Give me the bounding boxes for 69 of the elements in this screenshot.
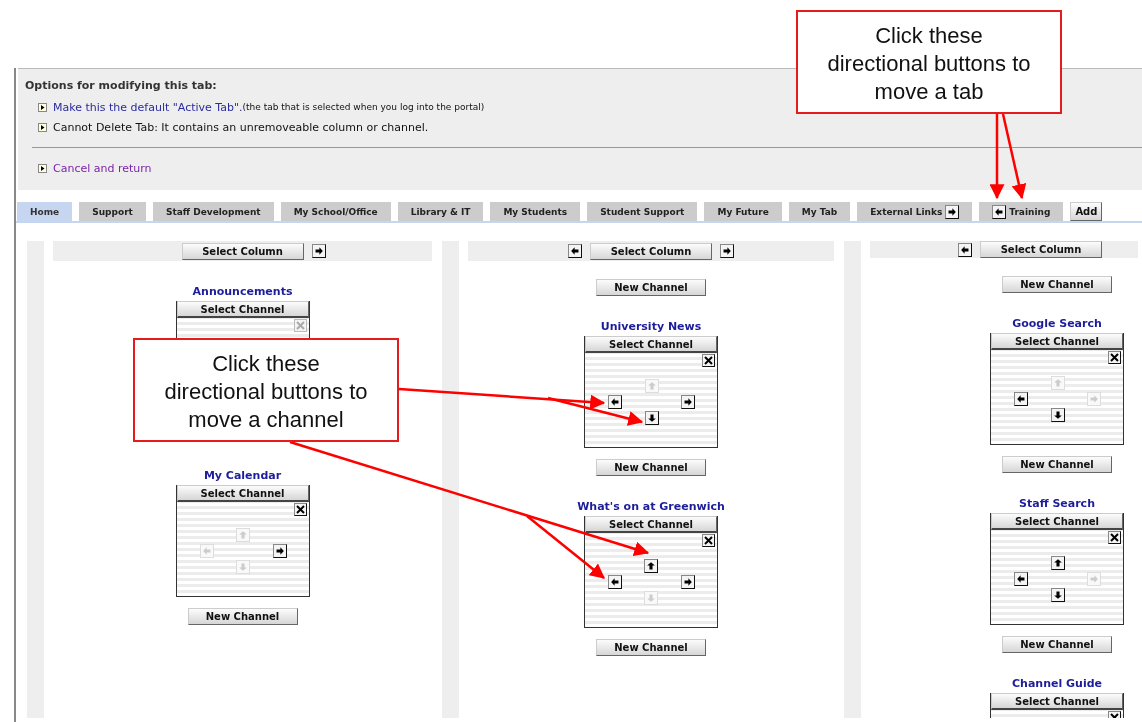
left-arrow-button[interactable] xyxy=(992,204,1007,219)
triangle-bullet-icon xyxy=(38,102,47,112)
tab[interactable]: My School/Office xyxy=(280,202,391,221)
tab[interactable]: Support xyxy=(79,202,146,221)
right-arrow-button[interactable] xyxy=(681,395,695,409)
options-heading: Options for modifying this tab: xyxy=(24,78,217,93)
new-channel-button[interactable]: New Channel xyxy=(1002,456,1112,473)
new-channel-button[interactable]: New Channel xyxy=(596,279,706,296)
add-tab-button[interactable]: Add xyxy=(1070,202,1103,221)
close-button[interactable] xyxy=(702,534,715,547)
option-text: Cannot Delete Tab: It contains an unremoveable column or channel. xyxy=(53,120,429,134)
channel-title: Staff Search xyxy=(1019,497,1095,511)
new-channel-button[interactable]: New Channel xyxy=(187,608,298,625)
tab[interactable]: My Tab xyxy=(788,202,851,221)
select-channel-button[interactable]: Select Channel xyxy=(585,516,717,533)
left-arrow-button[interactable] xyxy=(568,244,582,258)
down-arrow-button[interactable] xyxy=(644,411,659,425)
left-arrow-button[interactable] xyxy=(608,395,622,409)
tab[interactable]: My Students xyxy=(490,202,581,221)
select-column-button[interactable]: Select Column xyxy=(181,242,304,260)
right-arrow-button[interactable] xyxy=(311,244,326,258)
tab[interactable]: Staff Development xyxy=(152,202,274,221)
new-channel-button[interactable]: New Channel xyxy=(596,639,706,656)
callout-box: Click these directional buttons to move a tab xyxy=(796,10,1062,114)
close-button[interactable] xyxy=(1108,531,1121,544)
option-note: (the tab that is selected when you log into the portal) xyxy=(242,102,485,112)
select-column-button[interactable]: Select Column xyxy=(980,241,1102,258)
close-button[interactable] xyxy=(702,354,715,367)
left-arrow-button[interactable] xyxy=(1014,392,1028,406)
tab[interactable]: Home xyxy=(17,202,73,221)
select-channel-button[interactable]: Select Channel xyxy=(991,513,1123,530)
right-arrow-button[interactable] xyxy=(272,544,287,558)
close-button[interactable] xyxy=(1108,351,1121,364)
down-arrow-button[interactable] xyxy=(1050,588,1065,602)
select-channel-button[interactable]: Select Channel xyxy=(176,485,309,502)
select-column-button[interactable]: Select Column xyxy=(590,242,712,260)
tab[interactable]: Student Support xyxy=(587,202,698,221)
select-channel-button[interactable]: Select Channel xyxy=(585,336,717,353)
up-arrow-button[interactable] xyxy=(1050,556,1065,570)
channel-title: Channel Guide xyxy=(1012,677,1102,691)
triangle-bullet-icon xyxy=(38,163,47,173)
channel-title: Announcements xyxy=(192,285,293,299)
channel-title: What's on at Greenwich xyxy=(577,500,725,514)
left-arrow-button[interactable] xyxy=(958,242,972,257)
cancel-link[interactable]: Cancel and return xyxy=(53,161,152,175)
right-arrow-button[interactable] xyxy=(945,204,960,219)
left-arrow-button[interactable] xyxy=(608,575,622,589)
channel-title: Google Search xyxy=(1012,317,1102,331)
left-arrow-button[interactable] xyxy=(1014,572,1028,586)
new-channel-button[interactable]: New Channel xyxy=(1002,636,1112,653)
right-arrow-button[interactable] xyxy=(681,575,695,589)
select-channel-button[interactable]: Select Channel xyxy=(991,693,1123,710)
callout-box: Click these directional buttons to move a channel xyxy=(133,338,399,442)
tab[interactable]: My Future xyxy=(704,202,782,221)
select-channel-button[interactable]: Select Channel xyxy=(991,333,1123,350)
channel-title: My Calendar xyxy=(203,469,282,483)
tab[interactable]: External Links xyxy=(857,202,973,221)
new-channel-button[interactable]: New Channel xyxy=(1002,276,1112,293)
default-tab-link[interactable]: Make this the default "Active Tab". xyxy=(53,100,243,114)
up-arrow-button[interactable] xyxy=(644,559,659,573)
close-button[interactable] xyxy=(293,503,307,516)
new-channel-button[interactable]: New Channel xyxy=(596,459,706,476)
tab[interactable]: Library & IT xyxy=(397,202,484,221)
tab[interactable]: Training xyxy=(979,202,1064,221)
channel-title: University News xyxy=(600,320,702,334)
down-arrow-button[interactable] xyxy=(1050,408,1065,422)
triangle-bullet-icon xyxy=(38,122,47,132)
right-arrow-button[interactable] xyxy=(720,244,734,258)
select-channel-button[interactable]: Select Channel xyxy=(176,301,309,318)
